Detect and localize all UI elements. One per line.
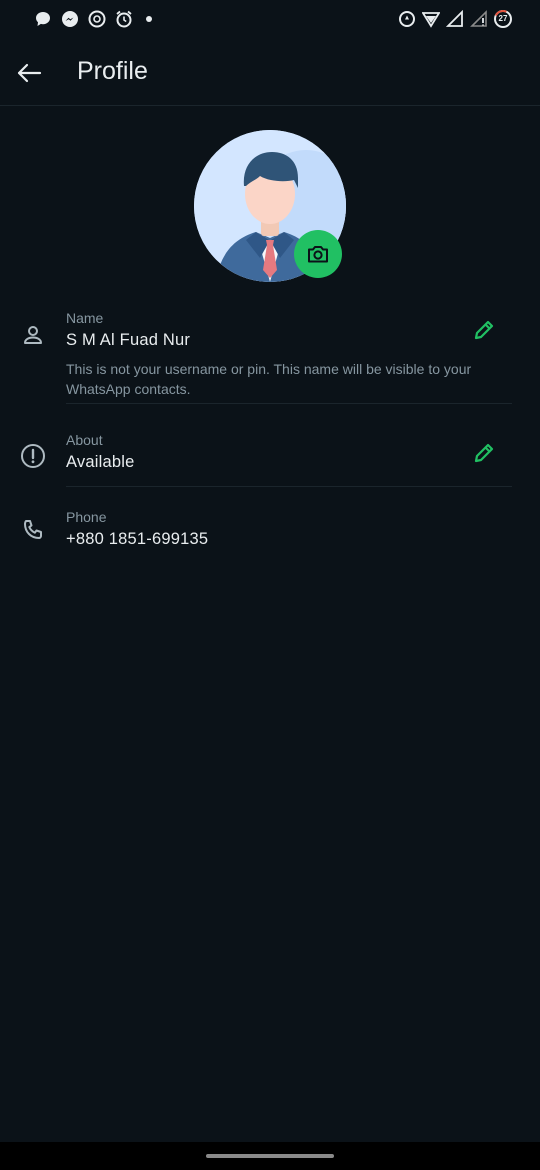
change-photo-button[interactable] <box>294 230 342 278</box>
page-title: Profile <box>77 57 148 85</box>
back-button[interactable] <box>14 58 44 88</box>
phone-row: Phone +880 1851-699135 <box>0 505 540 560</box>
chat-bubble-icon <box>34 10 52 28</box>
openai-icon <box>88 10 106 28</box>
data-saver-icon <box>398 10 416 28</box>
battery-indicator: 27 <box>494 10 512 28</box>
phone-value: +880 1851-699135 <box>66 530 209 548</box>
about-label: About <box>66 432 103 448</box>
status-bar: 27 <box>0 0 540 40</box>
profile-photo-section <box>194 130 346 282</box>
info-icon <box>20 443 46 469</box>
profile-screen: 27 Profile Name S M Al Fuad Nur This is … <box>0 0 540 1170</box>
edit-about-button[interactable] <box>470 439 498 467</box>
phone-icon <box>20 517 46 543</box>
status-bar-notifications <box>34 10 152 28</box>
wifi-icon <box>421 10 441 28</box>
phone-label: Phone <box>66 509 107 525</box>
home-gesture-handle[interactable] <box>206 1154 334 1158</box>
name-label: Name <box>66 310 104 326</box>
name-description: This is not your username or pin. This n… <box>66 361 472 397</box>
divider <box>66 403 512 404</box>
divider <box>66 486 512 487</box>
signal-icon <box>445 9 464 28</box>
pencil-icon <box>474 320 494 340</box>
messenger-icon <box>61 10 79 28</box>
arrow-back-icon <box>17 63 42 83</box>
about-row[interactable]: About Available <box>0 425 540 487</box>
camera-icon <box>308 246 328 263</box>
alarm-icon <box>115 10 133 28</box>
navigation-bar <box>0 1142 540 1170</box>
more-notifications-dot <box>146 16 152 22</box>
person-icon <box>20 322 46 348</box>
about-value: Available <box>66 453 135 471</box>
edit-name-button[interactable] <box>470 316 498 344</box>
pencil-icon <box>474 443 494 463</box>
name-row[interactable]: Name S M Al Fuad Nur This is not your us… <box>0 300 540 405</box>
name-value: S M Al Fuad Nur <box>66 331 191 349</box>
status-bar-system: 27 <box>398 9 512 28</box>
app-bar: Profile <box>0 40 540 106</box>
signal-weak-icon <box>470 10 488 28</box>
